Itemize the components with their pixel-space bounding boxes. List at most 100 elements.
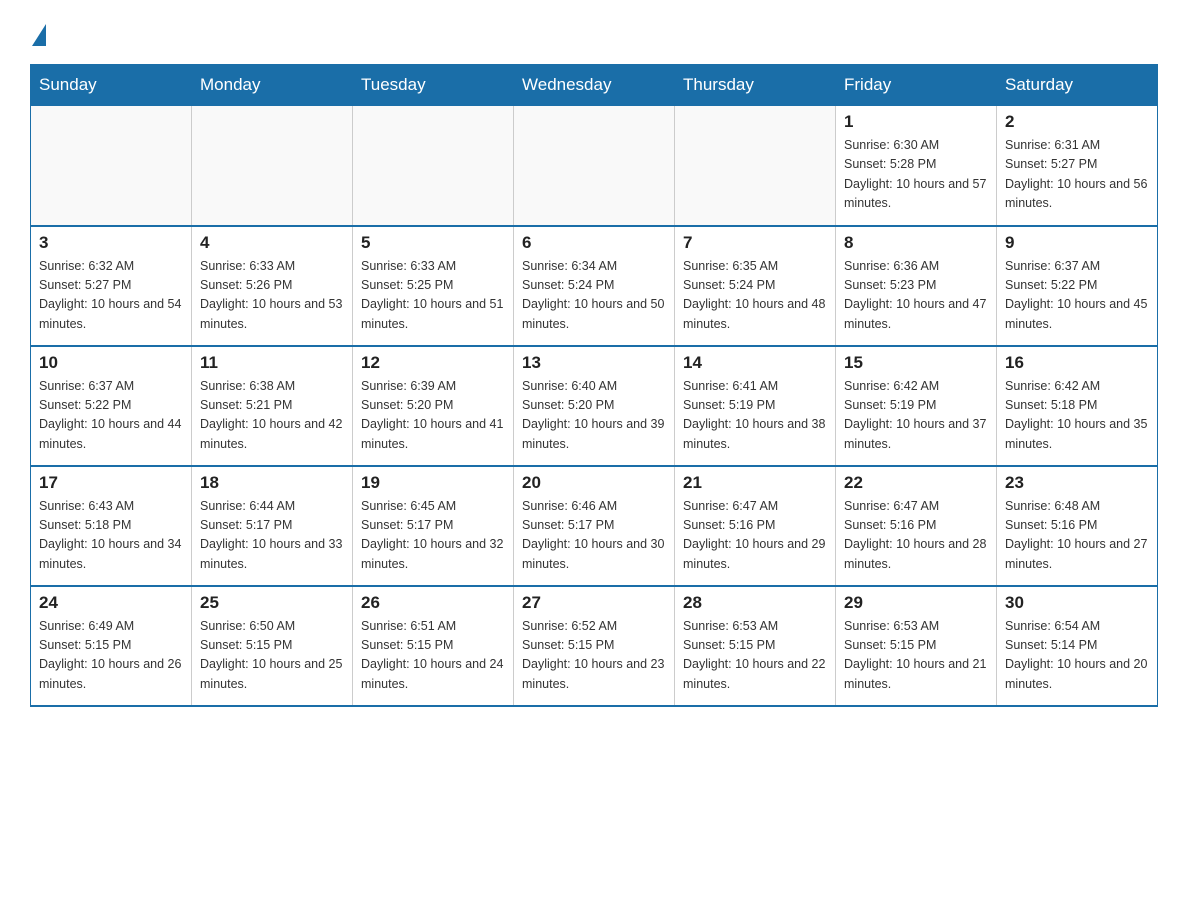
calendar-cell: 27Sunrise: 6:52 AMSunset: 5:15 PMDayligh… xyxy=(514,586,675,706)
calendar-cell: 14 Sunrise: 6:41 AMSunset: 5:19 PMDayligh… xyxy=(675,346,836,466)
calendar-cell xyxy=(675,106,836,226)
day-number: 3 xyxy=(39,233,183,253)
day-info: Sunrise: 6:34 AMSunset: 5:24 PMDaylight:… xyxy=(522,257,666,335)
day-number: 29 xyxy=(844,593,988,613)
day-info: Sunrise: 6:43 AMSunset: 5:18 PMDaylight:… xyxy=(39,497,183,575)
day-number: 5 xyxy=(361,233,505,253)
calendar-week-row: 17 Sunrise: 6:43 AMSunset: 5:18 PMDayligh… xyxy=(31,466,1158,586)
calendar-cell: 26Sunrise: 6:51 AMSunset: 5:15 PMDayligh… xyxy=(353,586,514,706)
day-info: Sunrise: 6:33 AMSunset: 5:25 PMDaylight:… xyxy=(361,257,505,335)
calendar-cell: 9 Sunrise: 6:37 AMSunset: 5:22 PMDaylight… xyxy=(997,226,1158,346)
day-info: Sunrise: 6:44 AMSunset: 5:17 PMDaylight:… xyxy=(200,497,344,575)
day-info: Sunrise: 6:41 AMSunset: 5:19 PMDaylight:… xyxy=(683,377,827,455)
logo xyxy=(30,20,46,46)
day-number: 28 xyxy=(683,593,827,613)
day-info: Sunrise: 6:47 AMSunset: 5:16 PMDaylight:… xyxy=(844,497,988,575)
calendar-cell: 1Sunrise: 6:30 AMSunset: 5:28 PMDaylight… xyxy=(836,106,997,226)
calendar-cell: 8 Sunrise: 6:36 AMSunset: 5:23 PMDaylight… xyxy=(836,226,997,346)
calendar-cell: 28 Sunrise: 6:53 AMSunset: 5:15 PMDayligh… xyxy=(675,586,836,706)
day-info: Sunrise: 6:37 AMSunset: 5:22 PMDaylight:… xyxy=(1005,257,1149,335)
day-info: Sunrise: 6:54 AMSunset: 5:14 PMDaylight:… xyxy=(1005,617,1149,695)
day-info: Sunrise: 6:53 AMSunset: 5:15 PMDaylight:… xyxy=(683,617,827,695)
calendar-cell xyxy=(353,106,514,226)
calendar-cell xyxy=(514,106,675,226)
calendar-cell: 11Sunrise: 6:38 AMSunset: 5:21 PMDayligh… xyxy=(192,346,353,466)
calendar-cell: 15 Sunrise: 6:42 AMSunset: 5:19 PMDayligh… xyxy=(836,346,997,466)
day-info: Sunrise: 6:53 AMSunset: 5:15 PMDaylight:… xyxy=(844,617,988,695)
calendar-cell: 30 Sunrise: 6:54 AMSunset: 5:14 PMDayligh… xyxy=(997,586,1158,706)
calendar-cell: 23 Sunrise: 6:48 AMSunset: 5:16 PMDayligh… xyxy=(997,466,1158,586)
day-number: 23 xyxy=(1005,473,1149,493)
day-of-week-header: Tuesday xyxy=(353,65,514,106)
calendar-week-row: 10Sunrise: 6:37 AMSunset: 5:22 PMDayligh… xyxy=(31,346,1158,466)
day-info: Sunrise: 6:39 AMSunset: 5:20 PMDaylight:… xyxy=(361,377,505,455)
day-of-week-header: Sunday xyxy=(31,65,192,106)
day-info: Sunrise: 6:38 AMSunset: 5:21 PMDaylight:… xyxy=(200,377,344,455)
day-info: Sunrise: 6:31 AMSunset: 5:27 PMDaylight:… xyxy=(1005,136,1149,214)
calendar-cell: 12 Sunrise: 6:39 AMSunset: 5:20 PMDayligh… xyxy=(353,346,514,466)
day-info: Sunrise: 6:45 AMSunset: 5:17 PMDaylight:… xyxy=(361,497,505,575)
calendar-cell: 6 Sunrise: 6:34 AMSunset: 5:24 PMDaylight… xyxy=(514,226,675,346)
day-info: Sunrise: 6:35 AMSunset: 5:24 PMDaylight:… xyxy=(683,257,827,335)
day-number: 7 xyxy=(683,233,827,253)
calendar-cell: 18 Sunrise: 6:44 AMSunset: 5:17 PMDayligh… xyxy=(192,466,353,586)
calendar-cell: 22 Sunrise: 6:47 AMSunset: 5:16 PMDayligh… xyxy=(836,466,997,586)
day-info: Sunrise: 6:52 AMSunset: 5:15 PMDaylight:… xyxy=(522,617,666,695)
day-number: 12 xyxy=(361,353,505,373)
day-of-week-header: Wednesday xyxy=(514,65,675,106)
calendar-cell: 25Sunrise: 6:50 AMSunset: 5:15 PMDayligh… xyxy=(192,586,353,706)
logo-triangle-icon xyxy=(32,24,46,46)
day-number: 13 xyxy=(522,353,666,373)
day-info: Sunrise: 6:36 AMSunset: 5:23 PMDaylight:… xyxy=(844,257,988,335)
day-number: 8 xyxy=(844,233,988,253)
day-info: Sunrise: 6:42 AMSunset: 5:18 PMDaylight:… xyxy=(1005,377,1149,455)
calendar-cell: 10Sunrise: 6:37 AMSunset: 5:22 PMDayligh… xyxy=(31,346,192,466)
days-header-row: SundayMondayTuesdayWednesdayThursdayFrid… xyxy=(31,65,1158,106)
day-info: Sunrise: 6:48 AMSunset: 5:16 PMDaylight:… xyxy=(1005,497,1149,575)
day-info: Sunrise: 6:37 AMSunset: 5:22 PMDaylight:… xyxy=(39,377,183,455)
day-number: 30 xyxy=(1005,593,1149,613)
day-number: 20 xyxy=(522,473,666,493)
day-number: 21 xyxy=(683,473,827,493)
day-of-week-header: Friday xyxy=(836,65,997,106)
day-number: 1 xyxy=(844,112,988,132)
day-info: Sunrise: 6:50 AMSunset: 5:15 PMDaylight:… xyxy=(200,617,344,695)
day-number: 2 xyxy=(1005,112,1149,132)
day-number: 4 xyxy=(200,233,344,253)
calendar-body: 1Sunrise: 6:30 AMSunset: 5:28 PMDaylight… xyxy=(31,106,1158,706)
calendar-cell: 4 Sunrise: 6:33 AMSunset: 5:26 PMDaylight… xyxy=(192,226,353,346)
calendar-week-row: 3Sunrise: 6:32 AMSunset: 5:27 PMDaylight… xyxy=(31,226,1158,346)
day-number: 17 xyxy=(39,473,183,493)
calendar-header: SundayMondayTuesdayWednesdayThursdayFrid… xyxy=(31,65,1158,106)
calendar-cell xyxy=(192,106,353,226)
calendar-cell: 7 Sunrise: 6:35 AMSunset: 5:24 PMDaylight… xyxy=(675,226,836,346)
day-number: 15 xyxy=(844,353,988,373)
day-number: 18 xyxy=(200,473,344,493)
day-number: 19 xyxy=(361,473,505,493)
calendar-cell: 19 Sunrise: 6:45 AMSunset: 5:17 PMDayligh… xyxy=(353,466,514,586)
day-number: 26 xyxy=(361,593,505,613)
calendar-cell: 16 Sunrise: 6:42 AMSunset: 5:18 PMDayligh… xyxy=(997,346,1158,466)
day-number: 24 xyxy=(39,593,183,613)
day-info: Sunrise: 6:33 AMSunset: 5:26 PMDaylight:… xyxy=(200,257,344,335)
day-number: 22 xyxy=(844,473,988,493)
day-of-week-header: Thursday xyxy=(675,65,836,106)
calendar-cell: 21Sunrise: 6:47 AMSunset: 5:16 PMDayligh… xyxy=(675,466,836,586)
calendar-cell: 13 Sunrise: 6:40 AMSunset: 5:20 PMDayligh… xyxy=(514,346,675,466)
day-number: 16 xyxy=(1005,353,1149,373)
calendar-cell: 2 Sunrise: 6:31 AMSunset: 5:27 PMDaylight… xyxy=(997,106,1158,226)
calendar-week-row: 1Sunrise: 6:30 AMSunset: 5:28 PMDaylight… xyxy=(31,106,1158,226)
day-info: Sunrise: 6:40 AMSunset: 5:20 PMDaylight:… xyxy=(522,377,666,455)
day-info: Sunrise: 6:42 AMSunset: 5:19 PMDaylight:… xyxy=(844,377,988,455)
calendar-week-row: 24 Sunrise: 6:49 AMSunset: 5:15 PMDayligh… xyxy=(31,586,1158,706)
day-of-week-header: Saturday xyxy=(997,65,1158,106)
day-number: 6 xyxy=(522,233,666,253)
day-of-week-header: Monday xyxy=(192,65,353,106)
calendar-cell: 3Sunrise: 6:32 AMSunset: 5:27 PMDaylight… xyxy=(31,226,192,346)
calendar-cell: 20Sunrise: 6:46 AMSunset: 5:17 PMDayligh… xyxy=(514,466,675,586)
day-number: 9 xyxy=(1005,233,1149,253)
calendar-cell: 29 Sunrise: 6:53 AMSunset: 5:15 PMDayligh… xyxy=(836,586,997,706)
day-info: Sunrise: 6:49 AMSunset: 5:15 PMDaylight:… xyxy=(39,617,183,695)
calendar-cell: 5 Sunrise: 6:33 AMSunset: 5:25 PMDaylight… xyxy=(353,226,514,346)
day-number: 14 xyxy=(683,353,827,373)
